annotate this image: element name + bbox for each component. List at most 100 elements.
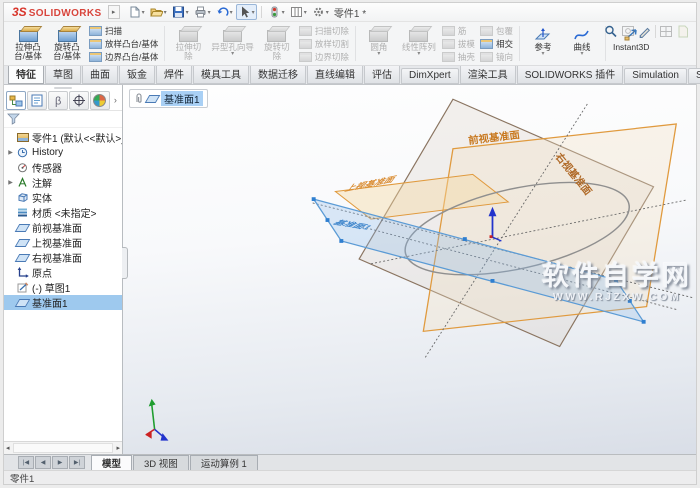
tab-configuration-manager[interactable]: β [47,90,68,110]
plane-icon [14,297,31,309]
linear-pattern-button[interactable]: 线性阵列 [399,23,439,64]
rib-button[interactable]: 筋 [441,25,475,36]
extrude-cut-icon [178,30,198,42]
search-magnifier-icon[interactable] [604,25,618,38]
extrude-boss-button[interactable]: 拉伸凸 台/基体 [9,23,47,64]
new-document-button[interactable] [126,4,147,20]
panel-horizontal-scrollbar[interactable] [4,441,122,454]
tab-simulation[interactable]: Simulation [624,68,687,84]
panel-splitter-handle[interactable] [122,247,128,280]
mirror-button[interactable]: 镜向 [479,51,513,62]
wrap-button[interactable]: 包覆 [479,25,513,36]
scroll-right-icon[interactable] [114,444,122,452]
boundary-button[interactable]: 边界凸台/基体 [89,51,158,62]
loft-cut-button[interactable]: 放样切割 [298,38,349,49]
tree-item-right-plane[interactable]: 右视基准面 [4,250,122,265]
tab-sheet-metal[interactable]: 钣金 [119,64,155,84]
selection-breadcrumb[interactable]: 基准面1 [129,89,208,108]
shell-button[interactable]: 抽壳 [441,51,475,62]
scroll-left-icon[interactable] [4,444,12,452]
tab-property-manager[interactable] [26,90,47,110]
tab-evaluate[interactable]: 评估 [364,64,400,84]
tab-mold-tools[interactable]: 模具工具 [193,64,249,84]
tab-sketch[interactable]: 草图 [45,64,81,84]
revolve-boss-button[interactable]: 旋转凸 台/基体 [48,23,86,64]
wrap-icon [479,25,493,36]
boundary-cut-button[interactable]: 边界切除 [298,51,349,62]
tree-item-history[interactable]: History [4,145,122,160]
ribbon-separator [164,26,166,61]
tree-item-front-plane[interactable]: 前视基准面 [4,220,122,235]
tab-model[interactable]: 模型 [91,455,133,470]
curves-button[interactable]: 曲线 [563,23,601,64]
tab-3d-views[interactable]: 3D 视图 [133,455,189,470]
tab-feature-manager[interactable] [6,90,26,110]
tree-item-material[interactable]: 材质 <未指定> [4,205,122,220]
sweep-cut-button[interactable]: 扫描切除 [298,25,349,36]
tab-features[interactable]: 特征 [8,64,44,84]
preview-icon[interactable] [621,25,635,38]
tree-item-origin[interactable]: 原点 [4,265,122,280]
tab-data-migration[interactable]: 数据迁移 [250,64,306,84]
document-icon[interactable] [676,25,690,38]
tab-dimxpert[interactable]: DimXpert [401,68,459,84]
filter-funnel-icon[interactable] [7,113,21,125]
logo-text: SOLIDWORKS [28,8,102,19]
fillet-button[interactable]: 圆角 [360,23,398,64]
rib-icon [441,25,455,36]
tab-dimxpert-manager[interactable] [68,90,89,110]
loft-button[interactable]: 放样凸台/基体 [89,38,158,49]
sweep-button[interactable]: 扫描 [89,25,158,36]
tab-motion-study[interactable]: 运动算例 1 [189,455,258,470]
display-settings-button[interactable] [266,4,287,20]
solidworks-logo: 3S SOLIDWORKS [8,5,106,19]
undo-button[interactable] [214,4,235,20]
tab-surfaces[interactable]: 曲面 [82,64,118,84]
expander-icon[interactable] [6,149,15,156]
tree-item-solid-bodies[interactable]: 实体 [4,190,122,205]
extrude-cut-button[interactable]: 拉伸切 除 [169,23,207,64]
tree-item-sensors[interactable]: 传感器 [4,160,122,175]
first-tab-icon[interactable]: |◀ [18,456,34,469]
last-tab-icon[interactable]: ▶| [69,456,85,469]
toolbar-expand-icon[interactable] [107,5,120,19]
tab-direct-editing[interactable]: 直线编辑 [307,64,363,84]
tab-navigation: |◀ ◀ ▶ ▶| [18,455,85,470]
draft-button[interactable]: 拔模 [441,38,475,49]
tree-item-top-plane[interactable]: 上视基准面 [4,235,122,250]
grid-icon[interactable] [659,25,673,38]
graphics-viewport[interactable]: 基准面1 软件自学网 WWW.RJZXW.COM 前视基准面 右视基准面 上视基… [123,85,696,454]
panel-tabs-overflow-icon[interactable] [111,95,120,105]
cut-group: 拉伸切 除 异型孔向导 旋转切 除 扫描切除 放样切割 边界切除 [167,23,353,64]
tree-item-plane1[interactable]: 基准面1 [4,295,122,310]
save-button[interactable] [170,4,191,20]
previous-tab-icon[interactable]: ◀ [35,456,51,469]
tree-root-part[interactable]: 零件1 (默认<<默认>_显示状态 [4,130,122,145]
print-button[interactable] [192,4,213,20]
tab-render-tools[interactable]: 渲染工具 [459,64,516,84]
intersect-button[interactable]: 相交 [479,38,513,49]
rib-stack: 筋 拔模 抽壳 [440,23,477,64]
tree-item-sketch1[interactable]: (-) 草图1 [4,280,122,295]
tab-solidworks-mbd[interactable]: SOLIDWORKS MBD [687,68,700,84]
next-tab-icon[interactable]: ▶ [52,456,68,469]
revolve-cut-button[interactable]: 旋转切 除 [258,23,296,64]
view-columns-icon [290,7,302,17]
tree-filter-row [4,111,122,128]
scrollbar-track[interactable] [12,443,114,453]
reference-geometry-button[interactable]: 参考 [524,23,562,64]
ribbon-separator [518,26,520,61]
select-button[interactable] [235,4,257,20]
markup-pencil-icon[interactable] [638,25,652,38]
select-cursor-icon [241,6,249,18]
tree-item-annotations[interactable]: 注解 [4,175,122,190]
hole-wizard-button[interactable]: 异型孔向导 [208,23,257,64]
open-document-button[interactable] [148,4,169,20]
view-columns-button[interactable] [288,4,309,20]
expander-icon[interactable] [6,179,15,186]
options-button[interactable] [310,4,331,20]
tab-weldments[interactable]: 焊件 [156,64,192,84]
material-icon [15,207,30,219]
tab-display-manager[interactable] [89,90,110,110]
tab-solidworks-addins[interactable]: SOLIDWORKS 插件 [516,64,624,84]
